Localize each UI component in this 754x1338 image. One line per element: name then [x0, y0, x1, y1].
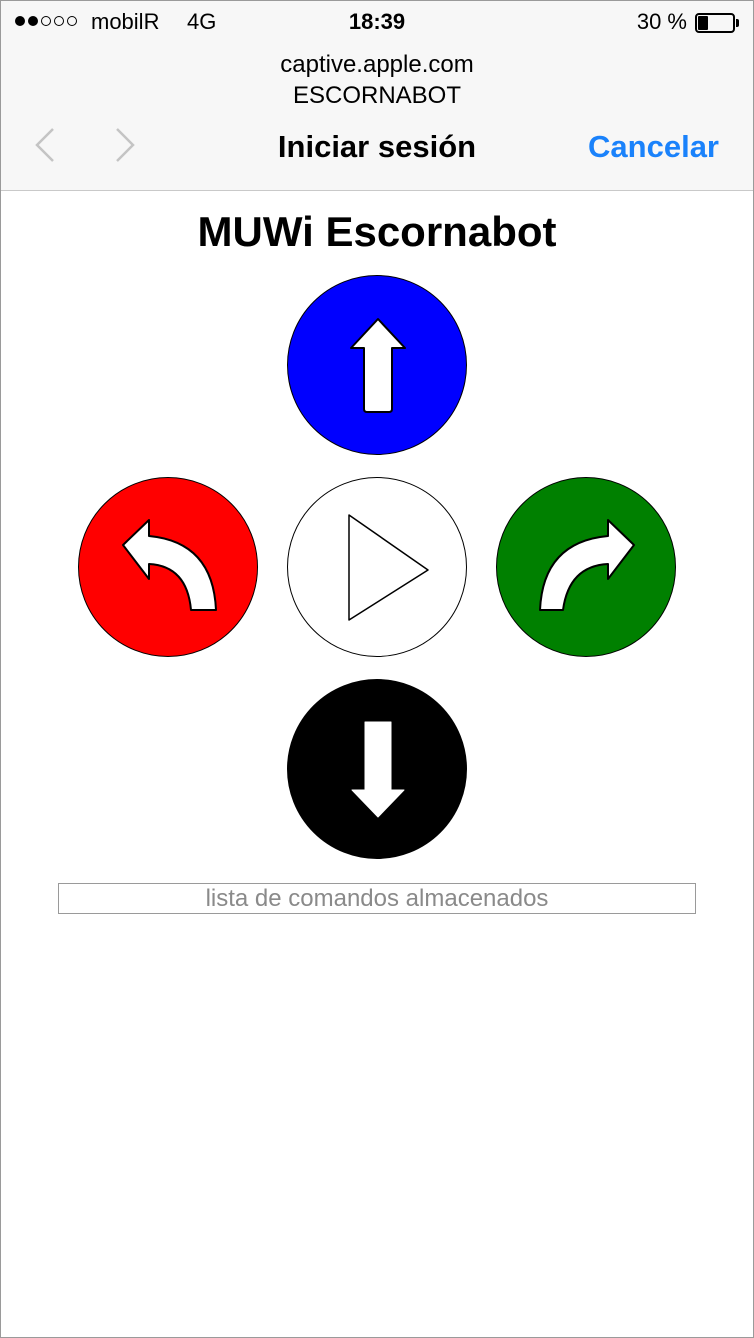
- arrow-turn-right-icon: [539, 519, 635, 611]
- arrow-turn-left-icon: [122, 519, 217, 611]
- cancel-button[interactable]: Cancelar: [588, 129, 719, 165]
- battery-icon: [695, 13, 739, 33]
- play-icon: [348, 514, 429, 621]
- turn-left-button[interactable]: [78, 477, 258, 657]
- browser-header: mobilR 4G 18:39 30 % captive.apple.com E…: [1, 1, 753, 191]
- play-button[interactable]: [287, 477, 467, 657]
- status-bar: mobilR 4G 18:39 30 %: [1, 1, 753, 43]
- arrow-up-icon: [350, 318, 406, 413]
- page-url: captive.apple.com: [280, 51, 474, 78]
- device-frame: [0, 0, 754, 1338]
- network-ssid: ESCORNABOT: [292, 82, 462, 109]
- arrow-down-icon: [351, 721, 405, 818]
- forward-button[interactable]: [287, 275, 467, 455]
- page-title: MUWi Escornabot: [197, 208, 557, 255]
- command-list-input[interactable]: [58, 883, 696, 914]
- battery-percentage: 30 %: [636, 9, 687, 34]
- turn-right-button[interactable]: [496, 477, 676, 657]
- backward-button[interactable]: [287, 679, 467, 859]
